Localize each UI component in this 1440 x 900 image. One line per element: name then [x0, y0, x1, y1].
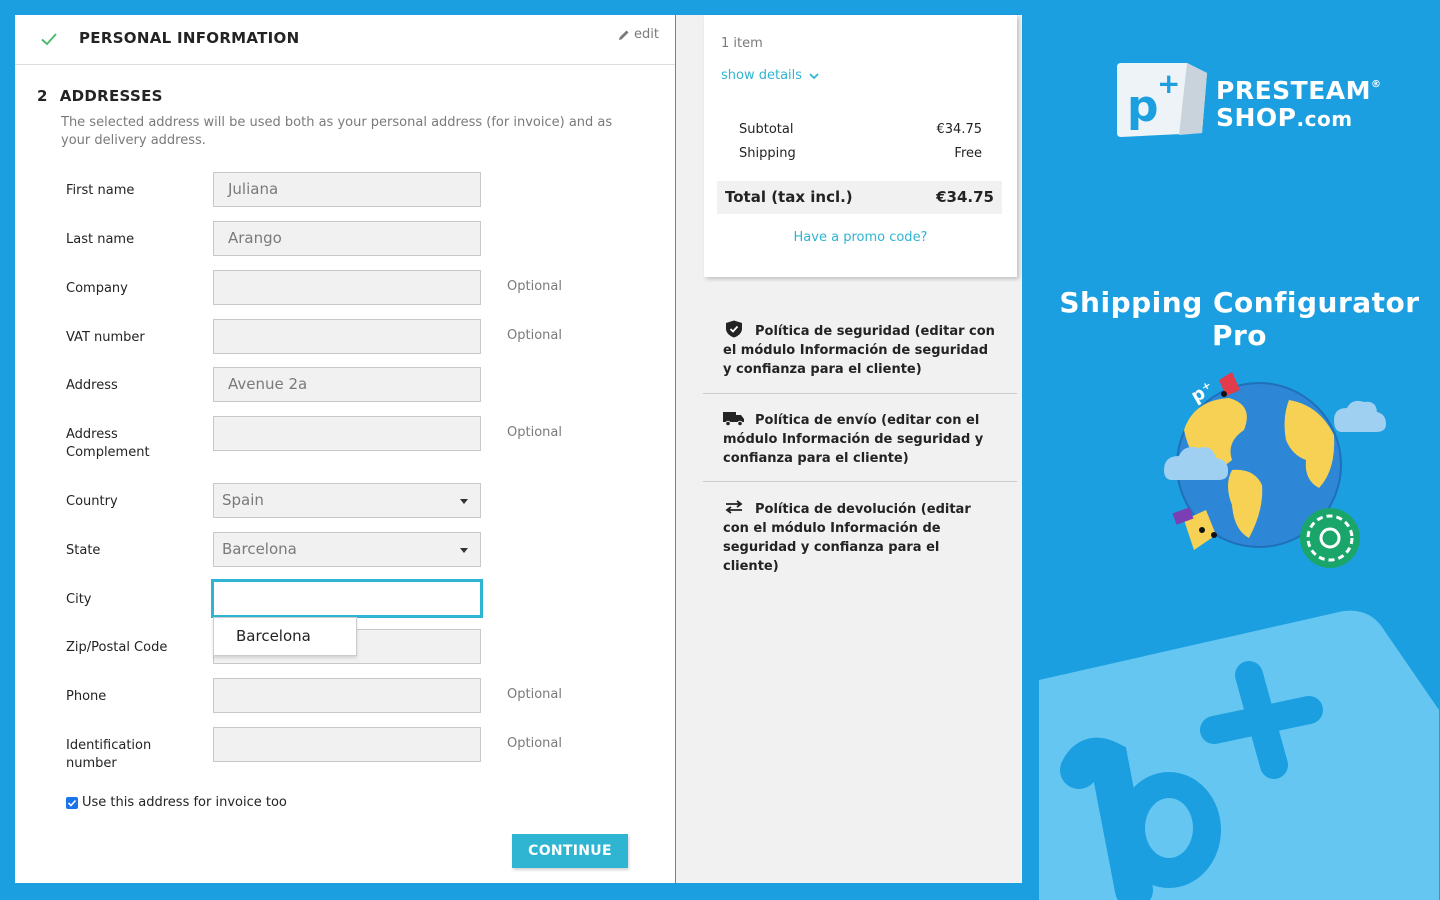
truck-icon: [723, 409, 745, 427]
addresses-description: The selected address will be used both a…: [61, 115, 613, 148]
subtotal-line: Subtotal €34.75: [739, 122, 982, 137]
city-input[interactable]: [211, 579, 483, 618]
vat-number-input[interactable]: [213, 319, 481, 354]
zip-label: Zip/Postal Code: [66, 640, 168, 655]
large-logo-watermark-icon: [1039, 610, 1439, 900]
optional-label: Optional: [507, 425, 562, 440]
check-icon: [41, 33, 57, 46]
use-for-invoice-label: Use this address for invoice too: [82, 795, 287, 810]
state-row: State Barcelona: [15, 532, 675, 568]
presteamshop-logo-icon: p +: [1117, 63, 1207, 137]
reassurance-shipping: Política de envío (editar con el módulo …: [703, 408, 1017, 482]
phone-row: Phone Optional: [15, 678, 675, 714]
address-complement-label: Address Complement: [66, 427, 150, 460]
step-number: 2: [37, 87, 48, 105]
brand-name: PRESTEAM® SHOP.com: [1216, 71, 1382, 133]
state-select[interactable]: Barcelona: [213, 532, 481, 567]
optional-label: Optional: [507, 687, 562, 702]
company-label: Company: [66, 281, 128, 296]
identification-row: Identification number Optional: [15, 727, 675, 771]
vat-number-row: VAT number Optional: [15, 319, 675, 355]
phone-input[interactable]: [213, 678, 481, 713]
registered-mark: ®: [1371, 79, 1382, 90]
reassurance-security-text: Política de seguridad (editar con el mód…: [723, 324, 995, 377]
caret-down-icon: [460, 548, 468, 553]
svg-text:+: +: [1157, 67, 1180, 100]
subtotal-value: €34.75: [936, 122, 983, 137]
brand-line1: PRESTEAM: [1216, 76, 1372, 105]
address-complement-input[interactable]: [213, 416, 481, 451]
cart-summary-card: 1 item show details Subtotal €34.75 Ship…: [704, 15, 1017, 277]
identification-label: Identification number: [66, 738, 152, 771]
address-row: Address Avenue 2a: [15, 367, 675, 403]
checkbox-checked-icon[interactable]: [66, 796, 78, 809]
globe-illustration: p⁺: [1164, 372, 1386, 568]
last-name-input[interactable]: Arango: [213, 221, 481, 256]
total-value: €34.75: [936, 188, 994, 206]
checkout-form-panel: PERSONAL INFORMATION edit 2 ADDRESSES The…: [15, 15, 675, 883]
promo-code-link[interactable]: Have a promo code?: [704, 230, 1017, 245]
address-label: Address: [66, 378, 118, 393]
subtotal-label: Subtotal: [739, 122, 794, 137]
show-details-link[interactable]: show details: [721, 68, 820, 83]
city-autocomplete-option[interactable]: Barcelona: [213, 617, 357, 656]
reassurance-returns-text: Política de devolución (editar con el mó…: [723, 502, 971, 574]
phone-label: Phone: [66, 689, 107, 704]
swap-arrows-icon: [723, 498, 745, 516]
total-label: Total (tax incl.): [725, 188, 853, 206]
first-name-input[interactable]: Juliana: [213, 172, 481, 207]
country-label: Country: [66, 494, 118, 509]
optional-label: Optional: [507, 279, 562, 294]
country-selected-value: Spain: [222, 491, 264, 509]
address-input[interactable]: Avenue 2a: [213, 367, 481, 402]
addresses-title: ADDRESSES: [59, 87, 163, 105]
chevron-down-icon: [809, 72, 819, 79]
shipping-line: Shipping Free: [739, 146, 982, 161]
personal-information-step[interactable]: PERSONAL INFORMATION edit: [15, 15, 675, 65]
address-complement-row: Address Complement Optional: [15, 416, 675, 460]
brand-suffix: .com: [1296, 107, 1353, 131]
company-input[interactable]: [213, 270, 481, 305]
identification-input[interactable]: [213, 727, 481, 762]
state-label: State: [66, 543, 101, 558]
city-row: City: [15, 579, 675, 618]
country-select[interactable]: Spain: [213, 483, 481, 518]
product-title: Shipping Configurator Pro: [1059, 286, 1420, 352]
country-row: Country Spain: [15, 483, 675, 519]
state-selected-value: Barcelona: [222, 540, 297, 558]
personal-information-title: PERSONAL INFORMATION: [79, 29, 300, 47]
reassurance-security: Política de seguridad (editar con el mód…: [703, 320, 1017, 394]
pencil-icon: [619, 30, 629, 40]
last-name-label: Last name: [66, 232, 135, 247]
brand-line2: SHOP: [1216, 103, 1297, 132]
vat-number-label: VAT number: [66, 330, 145, 345]
reassurance-returns: Política de devolución (editar con el mó…: [703, 497, 1017, 574]
show-details-label: show details: [721, 68, 803, 83]
first-name-label: First name: [66, 183, 135, 198]
svg-text:p: p: [1127, 81, 1159, 132]
addresses-step-title: 2 ADDRESSES: [37, 87, 163, 105]
first-name-row: First name Juliana: [15, 172, 675, 208]
optional-label: Optional: [507, 328, 562, 343]
total-line: Total (tax incl.) €34.75: [717, 181, 1002, 214]
last-name-row: Last name Arango: [15, 221, 675, 257]
shipping-value: Free: [954, 146, 982, 161]
optional-label: Optional: [507, 736, 562, 751]
shield-icon: [723, 320, 745, 338]
continue-button[interactable]: CONTINUE: [512, 834, 628, 868]
reassurance-shipping-text: Política de envío (editar con el módulo …: [723, 413, 984, 466]
edit-label: edit: [634, 27, 659, 42]
use-for-invoice-checkbox[interactable]: Use this address for invoice too: [66, 795, 287, 810]
cart-item-count: 1 item: [721, 36, 763, 51]
shipping-label: Shipping: [739, 146, 796, 161]
cart-summary-panel: 1 item show details Subtotal €34.75 Ship…: [676, 15, 1022, 883]
promo-banner: p + PRESTEAM® SHOP.com Shipping Configur…: [1039, 0, 1440, 900]
company-row: Company Optional: [15, 270, 675, 306]
caret-down-icon: [460, 499, 468, 504]
city-label: City: [66, 592, 92, 607]
edit-personal-info-link[interactable]: edit: [618, 27, 659, 42]
